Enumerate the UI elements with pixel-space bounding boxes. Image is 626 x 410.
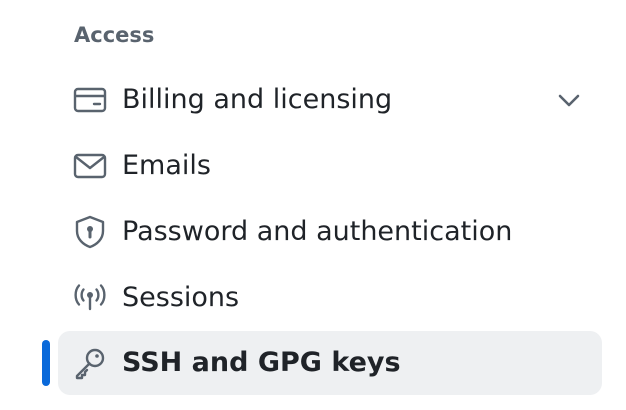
active-item-indicator bbox=[42, 340, 50, 386]
sidebar-item-emails[interactable]: Emails bbox=[58, 134, 602, 198]
broadcast-icon bbox=[73, 281, 107, 315]
sidebar-item-label: Billing and licensing bbox=[122, 84, 393, 115]
key-icon bbox=[73, 346, 107, 380]
sidebar-item-label: SSH and GPG keys bbox=[122, 347, 401, 378]
sidebar-item-label: Emails bbox=[122, 150, 211, 181]
sidebar-item-label: Sessions bbox=[122, 282, 240, 313]
chevron-down-icon[interactable] bbox=[556, 87, 582, 113]
sidebar-item-label: Password and authentication bbox=[122, 216, 513, 247]
sidebar-item-billing-and-licensing[interactable]: Billing and licensing bbox=[58, 68, 602, 132]
sidebar-item-password-and-authentication[interactable]: Password and authentication bbox=[58, 200, 602, 264]
section-heading-access: Access bbox=[74, 23, 155, 47]
sidebar-item-ssh-and-gpg-keys[interactable]: SSH and GPG keys bbox=[58, 331, 602, 395]
sidebar-item-sessions[interactable]: Sessions bbox=[58, 266, 602, 330]
mail-icon bbox=[73, 149, 107, 183]
credit-card-icon bbox=[73, 83, 107, 117]
shield-lock-icon bbox=[73, 215, 107, 249]
